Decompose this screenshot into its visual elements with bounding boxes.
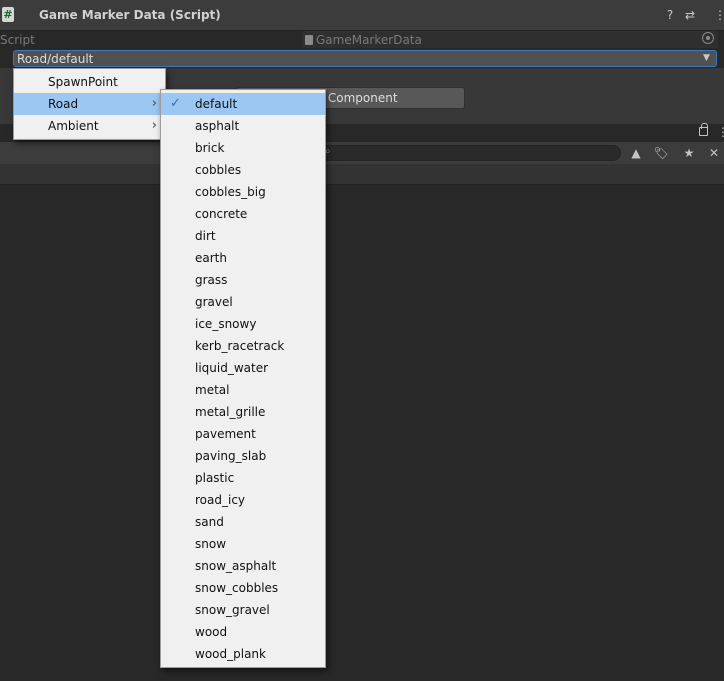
menu-item-label: Ambient — [48, 119, 99, 133]
menu-item-label: sand — [195, 515, 224, 529]
road-menu-item-cobbles[interactable]: cobbles — [161, 159, 325, 181]
road-menu-item-kerb-racetrack[interactable]: kerb_racetrack — [161, 335, 325, 357]
menu-item-label: gravel — [195, 295, 233, 309]
road-menu-item-snow-cobbles[interactable]: snow_cobbles — [161, 577, 325, 599]
road-menu-item-dirt[interactable]: dirt — [161, 225, 325, 247]
category-menu-item-spawnpoint[interactable]: SpawnPoint — [14, 71, 165, 93]
script-label: Script — [0, 33, 35, 47]
checkmark-icon: ✓ — [170, 96, 181, 111]
road-menu-item-default[interactable]: ✓ default — [161, 93, 325, 115]
tag-icon[interactable]: 🏷 — [651, 145, 671, 161]
road-menu-item-brick[interactable]: brick — [161, 137, 325, 159]
road-menu-item-snow-asphalt[interactable]: snow_asphalt — [161, 555, 325, 577]
column-header — [0, 164, 724, 185]
road-menu-item-concrete[interactable]: concrete — [161, 203, 325, 225]
object-picker-icon[interactable] — [702, 32, 714, 44]
menu-item-label: metal_grille — [195, 405, 266, 419]
chevron-down-icon: ▼ — [703, 53, 710, 63]
road-submenu: ✓ default asphalt brick cobbles cobbles_bigco… — [160, 89, 326, 668]
menu-item-label: ice_snowy — [195, 317, 257, 331]
menu-item-label: default — [195, 97, 238, 111]
add-component-label: / Component — [320, 91, 398, 105]
road-menu-item-snow[interactable]: snow — [161, 533, 325, 555]
road-menu-item-metal[interactable]: metal — [161, 379, 325, 401]
star-icon[interactable]: ★ — [679, 145, 699, 161]
menu-item-label: earth — [195, 251, 227, 265]
menu-item-label: metal — [195, 383, 230, 397]
menu-item-label: liquid_water — [195, 361, 269, 375]
chevron-right-icon: › — [151, 96, 157, 111]
road-menu-item-earth[interactable]: earth — [161, 247, 325, 269]
menu-item-label: snow_asphalt — [195, 559, 277, 573]
search-input[interactable] — [320, 145, 621, 161]
road-menu-item-metal-grille[interactable]: metal_grille — [161, 401, 325, 423]
lock-icon[interactable] — [699, 123, 708, 136]
road-menu-item-gravel[interactable]: gravel — [161, 291, 325, 313]
script-value: GameMarkerData — [316, 33, 422, 47]
hidden-eye-icon[interactable]: ✕ — [704, 145, 724, 161]
category-menu-item-road[interactable]: Road › — [14, 93, 165, 115]
road-menu-item-road-icy[interactable]: road_icy — [161, 489, 325, 511]
menu-item-label: cobbles — [195, 163, 242, 177]
road-menu-item-liquid-water[interactable]: liquid_water — [161, 357, 325, 379]
menu-item-label: snow_gravel — [195, 603, 270, 617]
more-options-icon[interactable]: ⋮ — [713, 8, 724, 22]
menu-item-label: concrete — [195, 207, 248, 221]
road-menu-item-pavement[interactable]: pavement — [161, 423, 325, 445]
script-file-icon — [305, 35, 313, 45]
category-menu: SpawnPoint Road › Ambient › — [13, 68, 166, 140]
road-menu-item-asphalt[interactable]: asphalt — [161, 115, 325, 137]
road-menu-item-snow-gravel[interactable]: snow_gravel — [161, 599, 325, 621]
menu-item-label: SpawnPoint — [48, 75, 118, 89]
menu-item-label: dirt — [195, 229, 216, 243]
road-menu-item-cobbles-big[interactable]: cobbles_big — [161, 181, 325, 203]
menu-item-label: Road — [48, 97, 79, 111]
dropdown-selected-value: Road/default — [17, 52, 94, 66]
menu-item-label: wood — [195, 625, 228, 639]
road-menu-item-wood-plank[interactable]: wood_plank — [161, 643, 325, 665]
csharp-script-icon: # — [2, 7, 14, 22]
category-menu-item-ambient[interactable]: Ambient › — [14, 115, 165, 137]
menu-item-label: snow — [195, 537, 227, 551]
menu-item-label: plastic — [195, 471, 235, 485]
marker-type-dropdown[interactable] — [13, 50, 717, 67]
menu-item-label: pavement — [195, 427, 256, 441]
menu-item-label: grass — [195, 273, 228, 287]
menu-item-label: paving_slab — [195, 449, 267, 463]
menu-item-label: brick — [195, 141, 225, 155]
presets-icon[interactable]: ⇄ — [683, 8, 697, 22]
road-menu-item-ice-snowy[interactable]: ice_snowy — [161, 313, 325, 335]
help-icon[interactable]: ? — [663, 8, 677, 22]
menu-item-label: cobbles_big — [195, 185, 266, 199]
component-title: Game Marker Data (Script) — [39, 8, 221, 22]
menu-item-label: snow_cobbles — [195, 581, 279, 595]
chevron-right-icon: › — [151, 118, 157, 133]
road-menu-item-paving-slab[interactable]: paving_slab — [161, 445, 325, 467]
menu-item-label: kerb_racetrack — [195, 339, 285, 353]
menu-item-label: wood_plank — [195, 647, 266, 661]
road-menu-item-sand[interactable]: sand — [161, 511, 325, 533]
panel-more-icon[interactable]: ⋮ — [717, 126, 724, 138]
road-menu-item-plastic[interactable]: plastic — [161, 467, 325, 489]
road-menu-item-grass[interactable]: grass — [161, 269, 325, 291]
filter-type-icon[interactable]: ▲ — [626, 145, 646, 161]
menu-item-label: road_icy — [195, 493, 246, 507]
menu-item-label: asphalt — [195, 119, 240, 133]
road-menu-item-wood[interactable]: wood — [161, 621, 325, 643]
